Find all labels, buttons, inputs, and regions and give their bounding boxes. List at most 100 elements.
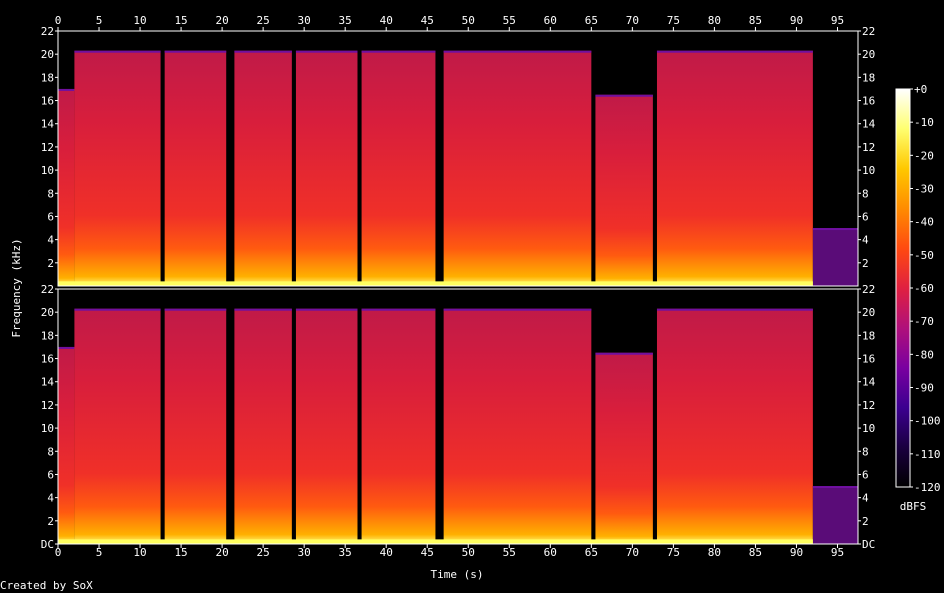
y-tick-label: 2 [47,257,54,270]
colorbar-tick-label: -30 [914,183,934,196]
y-tick-label: 6 [862,468,869,481]
y-tick-label: DC [41,538,54,551]
y-tick-label: 12 [862,399,875,412]
colorbar-tick-label: -90 [914,382,934,395]
x-tick-label: 25 [257,14,270,27]
y-tick-label: 16 [41,95,54,108]
spectrogram-chart: 2 24 46 68 810 1012 1214 1416 1618 1820 2022 22DC DC… [10,14,941,581]
x-tick-label: 40 [380,14,393,27]
y-tick-label: 8 [862,187,869,200]
segment-cutoff-edge [812,228,858,231]
channel-panel-1 [57,30,859,287]
y-tick-label: 12 [862,141,875,154]
x-axis-title: Time (s) [431,568,484,581]
segment-cutoff-edge [443,308,592,311]
spectrum-segment [58,346,75,544]
channel-panel-2 [57,288,859,545]
spectrum-segment [656,50,813,286]
segment-cutoff-edge [164,50,227,53]
y-tick-label: 16 [862,353,875,366]
y-tick-label: 22 [862,283,875,296]
y-tick-label: 6 [47,468,54,481]
y-tick-label: 16 [41,353,54,366]
y-tick-label: 12 [41,399,54,412]
colorbar-label: dBFS [900,500,927,513]
spectrum-segment [295,308,358,544]
y-tick-label: 18 [41,329,54,342]
colorbar-tick-label: -100 [914,415,941,428]
y-tick-label: 18 [862,71,875,84]
y-tick-label: 22 [41,283,54,296]
y-tick-label: 8 [47,445,54,458]
spectrum-segment [595,94,653,286]
spectrum-segment [361,308,436,544]
x-tick-label: 65 [585,14,598,27]
spectrum-segment [812,228,858,286]
segment-cutoff-edge [656,308,813,311]
y-tick-label: 14 [862,118,876,131]
y-tick-label: 4 [862,492,869,505]
x-tick-label: 55 [503,14,516,27]
y-tick-label: 20 [862,306,875,319]
colorbar-tick-label: -110 [914,448,941,461]
y-tick-label: 6 [862,210,869,223]
spectrum-segment [812,486,858,544]
y-tick-label: 16 [862,95,875,108]
colorbar-tick-label: -70 [914,315,934,328]
y-tick-label: 10 [862,164,875,177]
y-tick-label: 14 [41,118,55,131]
colorbar-tick-label: +0 [914,83,927,96]
y-tick-label: 2 [47,515,54,528]
segment-cutoff-edge [58,346,75,349]
low-frequency-band [58,539,813,544]
segment-cutoff-edge [361,50,436,53]
spectrum-segment [361,50,436,286]
low-frequency-band [58,281,813,286]
x-tick-label: 60 [544,14,557,27]
y-tick-label: DC [862,538,875,551]
y-tick-label: 4 [47,234,54,247]
y-tick-label: 14 [41,376,55,389]
x-tick-label: 50 [462,14,475,27]
x-tick-label: 70 [626,14,639,27]
y-tick-label: 10 [862,422,875,435]
y-tick-label: 20 [862,48,875,61]
segment-cutoff-edge [595,94,653,97]
colorbar-tick-label: -50 [914,249,934,262]
y-tick-label: 18 [862,329,875,342]
x-tick-label: 75 [667,14,680,27]
y-tick-label: 10 [41,164,54,177]
x-tick-label: 10 [133,14,146,27]
y-tick-label: 14 [862,376,876,389]
segment-cutoff-edge [164,308,227,311]
x-tick-label: 20 [215,14,228,27]
segment-cutoff-edge [295,308,358,311]
y-tick-label: 6 [47,210,54,223]
y-tick-label: 22 [862,25,875,38]
segment-cutoff-edge [295,50,358,53]
x-tick-label: 90 [790,14,803,27]
y-tick-label: 4 [47,492,54,505]
segment-cutoff-edge [234,308,292,311]
colorbar-tick-label: -10 [914,116,934,129]
spectrum-segment [164,50,227,286]
segment-cutoff-edge [595,352,653,355]
x-tick-label: 30 [298,14,311,27]
x-tick-label: 80 [708,14,721,27]
y-tick-label: 20 [41,306,54,319]
x-tick-label: 0 [55,14,62,27]
x-tick-label: 35 [339,14,352,27]
spectrum-segment [164,308,227,544]
colorbar-tick-label: -120 [914,481,941,494]
y-tick-label: 18 [41,71,54,84]
colorbar [895,88,911,488]
credit-text: Created by SoX [0,579,93,592]
spectrum-segment [656,308,813,544]
y-tick-label: 10 [41,422,54,435]
spectrum-segment [234,308,292,544]
segment-cutoff-edge [234,50,292,53]
y-tick-label: 8 [862,445,869,458]
colorbar-tick-label: -20 [914,149,934,162]
spectrum-segment [443,50,592,286]
spectrum-segment [595,352,653,544]
